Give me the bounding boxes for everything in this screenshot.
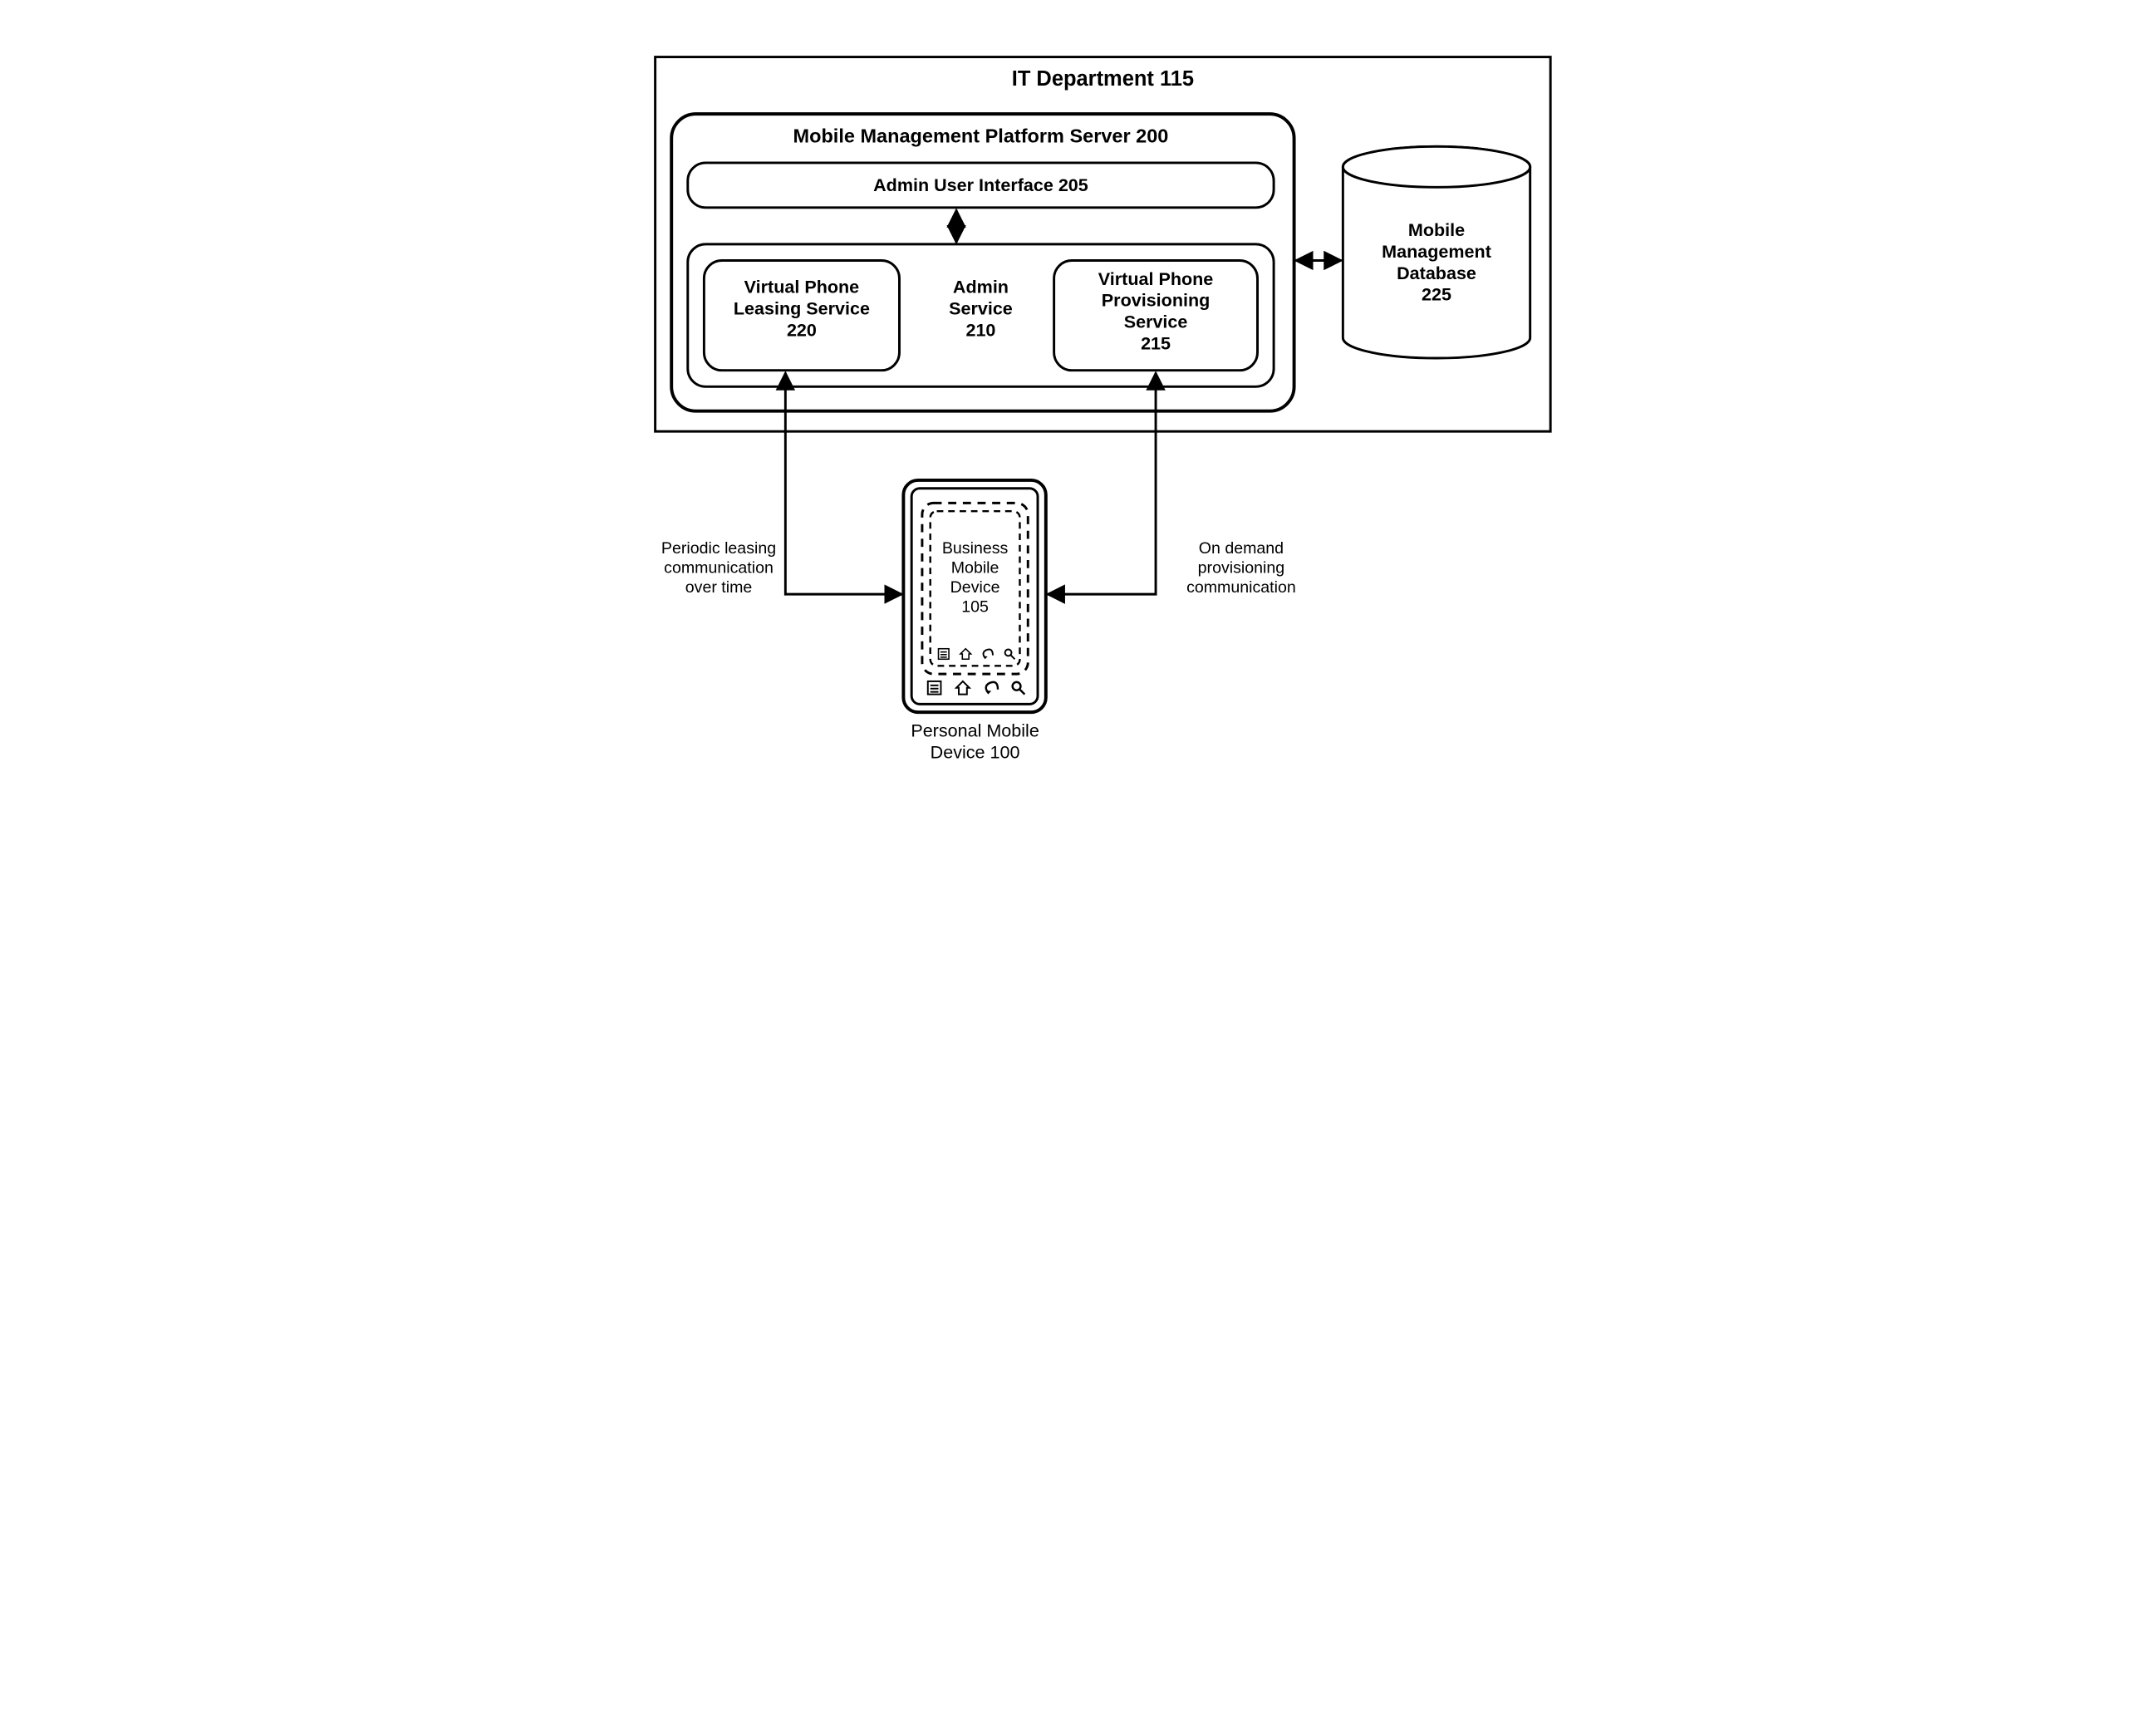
server-box [671,114,1294,411]
leasing-comm-label: Periodic leasingcommunicationover time [661,539,775,597]
provisioning-service-label: Virtual PhoneProvisioningService215 [1098,268,1213,354]
leasing-to-device-arrow [785,373,901,594]
it-department-title: IT Department 115 [1011,67,1193,91]
architecture-diagram: IT Department 115 Mobile Management Plat… [580,0,1577,798]
leasing-service-label: Virtual PhoneLeasing Service220 [733,277,869,341]
server-title: Mobile Management Platform Server 200 [793,125,1168,146]
admin-ui-label: Admin User Interface 205 [873,174,1088,195]
personal-device-label: Personal MobileDevice 100 [911,720,1039,763]
admin-service-label: AdminService210 [949,277,1013,341]
provisioning-to-device-arrow [1047,373,1155,594]
provisioning-comm-label: On demandprovisioningcommunication [1186,539,1296,597]
